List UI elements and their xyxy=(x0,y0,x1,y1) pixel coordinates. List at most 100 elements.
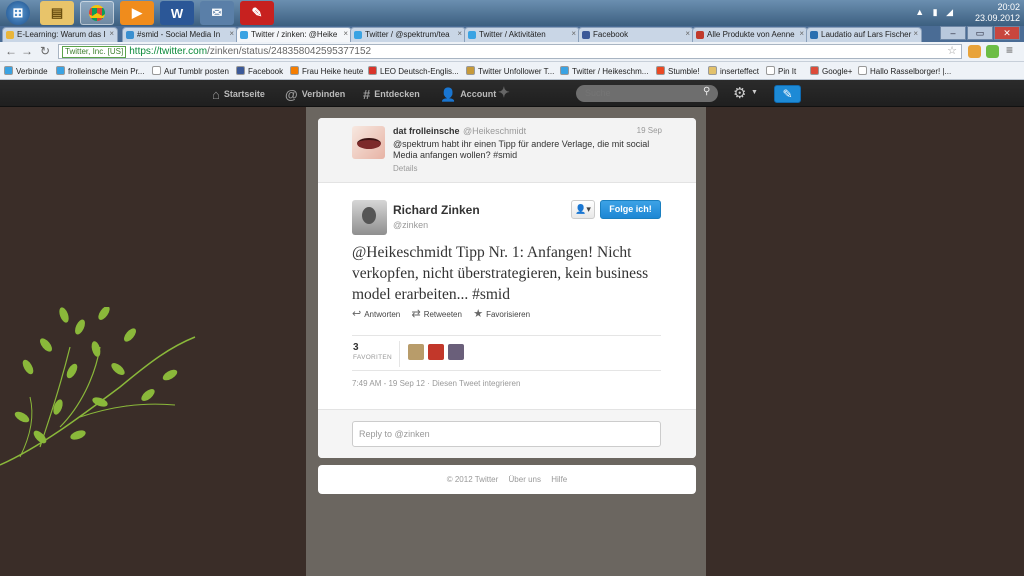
footer-about-link[interactable]: Über uns xyxy=(509,475,541,484)
bookmark-item[interactable]: Frau Heike heute xyxy=(290,66,363,76)
reply-action[interactable]: ↩ Antworten xyxy=(352,307,400,320)
bookmark-favicon-icon xyxy=(810,66,819,75)
file-explorer-icon[interactable]: ▤ xyxy=(40,1,74,25)
back-icon[interactable]: ← xyxy=(4,44,18,59)
embed-tweet-link[interactable]: Diesen Tweet integrieren xyxy=(432,379,520,388)
user-actions-dropdown[interactable]: 👤▾ xyxy=(571,200,595,219)
bookmark-item[interactable]: Stumble! xyxy=(656,66,700,76)
reload-icon[interactable]: ↻ xyxy=(38,44,52,59)
avatar[interactable] xyxy=(352,200,387,235)
bookmark-item[interactable]: Pin It xyxy=(766,66,796,76)
browser-tab[interactable]: Alle Produkte von Aenne × xyxy=(692,27,808,42)
close-tab-icon[interactable]: × xyxy=(913,29,918,38)
gear-icon[interactable]: ⚙ xyxy=(733,84,746,102)
browser-tab[interactable]: Twitter / Aktivitäten × xyxy=(464,27,580,42)
clock[interactable]: 20:02 23.09.2012 xyxy=(975,2,1020,24)
reply-input[interactable]: Reply to @zinken xyxy=(352,421,661,447)
close-tab-icon[interactable]: × xyxy=(571,29,576,38)
favoriter-avatar[interactable] xyxy=(448,344,464,360)
close-tab-icon[interactable]: × xyxy=(457,29,462,38)
following-button[interactable]: Folge ich! xyxy=(600,200,661,219)
address-bar[interactable]: Twitter, Inc. [US] https://twitter.com/zi… xyxy=(58,44,962,59)
parent-tweet-date[interactable]: 19 Sep xyxy=(637,126,662,135)
chrome-icon[interactable] xyxy=(80,1,114,25)
chevron-down-icon: ▾ xyxy=(586,204,591,214)
compose-tweet-button[interactable]: ✎ xyxy=(774,85,801,103)
bookmark-item[interactable]: Hallo Rasselborger! |... xyxy=(858,66,951,76)
browser-tab[interactable]: Laudatio auf Lars Fischer × xyxy=(806,27,922,42)
tab-label: Twitter / Aktivitäten xyxy=(479,30,546,39)
browser-tab[interactable]: Facebook × xyxy=(578,27,694,42)
retweet-action[interactable]: ⇄ Retweeten xyxy=(411,307,461,320)
close-tab-icon[interactable]: × xyxy=(109,29,114,38)
thunderbird-icon[interactable]: ✉ xyxy=(200,1,234,25)
nav-discover[interactable]: # Entdecken xyxy=(363,87,420,102)
bookmark-item[interactable]: Auf Tumblr posten xyxy=(152,66,229,76)
bookmark-item[interactable]: Twitter Unfollower T... xyxy=(466,66,554,76)
minimize-button[interactable]: ‒ xyxy=(940,26,966,40)
twitter-bird-icon: ✦ xyxy=(498,84,510,100)
bookmark-item[interactable]: Facebook xyxy=(236,66,283,76)
close-tab-icon[interactable]: × xyxy=(685,29,690,38)
close-tab-icon[interactable]: × xyxy=(343,29,348,38)
bookmark-item[interactable]: Verbinde xyxy=(4,66,48,76)
bookmark-favicon-icon xyxy=(466,66,475,75)
chevron-down-icon[interactable]: ▼ xyxy=(751,89,758,96)
windows-taskbar: ⊞ ▤ ▶ W ✉ ✎ ▲ ▮ ◢ 20:02 23.09.2012 xyxy=(0,0,1024,26)
details-link[interactable]: Details xyxy=(393,164,417,173)
ev-certificate-badge[interactable]: Twitter, Inc. [US] xyxy=(62,46,127,58)
bookmark-item[interactable]: LEO Deutsch-Englis... xyxy=(368,66,459,76)
favorite-action[interactable]: ★ Favorisieren xyxy=(473,307,530,320)
browser-tab[interactable]: Twitter / zinken: @Heike × xyxy=(236,27,352,42)
user-icon: 👤 xyxy=(575,204,587,214)
footer-help-link[interactable]: Hilfe xyxy=(551,475,567,484)
reply-icon: ↩ xyxy=(352,308,362,320)
bookmark-item[interactable]: inserteffect xyxy=(708,66,759,76)
bookmark-label: Facebook xyxy=(248,67,284,76)
bookmark-star-icon[interactable]: ☆ xyxy=(947,45,957,58)
system-tray[interactable]: ▲ ▮ ◢ xyxy=(915,7,956,18)
tab-favicon-icon xyxy=(6,31,14,39)
nav-home[interactable]: ⌂ Startseite xyxy=(212,87,265,102)
compose-icon: ✎ xyxy=(782,87,793,101)
browser-tab[interactable]: #smid - Social Media In × xyxy=(122,27,238,42)
close-tab-icon[interactable]: × xyxy=(229,29,234,38)
bookmark-label: Twitter Unfollower T... xyxy=(478,67,555,76)
parent-tweet-text: @spektrum habt ihr einen Tipp für andere… xyxy=(393,139,650,160)
search-input[interactable] xyxy=(576,85,718,102)
hash-icon: # xyxy=(363,87,371,102)
parent-author-name[interactable]: dat frolleinsche xyxy=(393,126,460,136)
browser-tab[interactable]: E-Learning: Warum das I × xyxy=(2,27,118,42)
bookmark-item[interactable]: frolleinsche Mein Pr... xyxy=(56,66,144,76)
word-icon[interactable]: W xyxy=(160,1,194,25)
close-tab-icon[interactable]: × xyxy=(799,29,804,38)
bookmark-favicon-icon xyxy=(152,66,161,75)
favoriter-avatar[interactable] xyxy=(408,344,424,360)
favoriter-avatar[interactable] xyxy=(428,344,444,360)
forward-icon[interactable]: → xyxy=(20,44,34,59)
media-player-icon[interactable]: ▶ xyxy=(120,1,154,25)
tweet-timestamp[interactable]: 7:49 AM - 19 Sep 12 xyxy=(352,379,425,388)
author-handle[interactable]: @zinken xyxy=(393,220,428,230)
favorites-count[interactable]: 3 xyxy=(353,342,359,353)
avatar[interactable] xyxy=(352,126,385,159)
search-icon[interactable]: ⚲ xyxy=(703,86,710,97)
bookmark-item[interactable]: Google+ xyxy=(810,66,852,76)
wrench-menu-icon[interactable]: ≡ xyxy=(1006,43,1019,57)
acrobat-icon[interactable]: ✎ xyxy=(240,1,274,25)
extension-cookie-icon[interactable] xyxy=(968,45,981,58)
close-window-button[interactable]: ✕ xyxy=(994,26,1020,40)
browser-toolbar: ← → ↻ Twitter, Inc. [US] https://twitter.… xyxy=(0,42,1024,62)
browser-tab[interactable]: Twitter / @spektrum/tea × xyxy=(350,27,466,42)
bookmark-item[interactable]: Twitter / Heikeschm... xyxy=(560,66,648,76)
extension-signal-icon[interactable] xyxy=(986,45,999,58)
nav-account[interactable]: 👤 Account xyxy=(440,87,496,103)
maximize-button[interactable]: ▭ xyxy=(967,26,993,40)
parent-author-handle[interactable]: @Heikeschmidt xyxy=(463,126,526,136)
browser-tab-strip: E-Learning: Warum das I × #smid - Social M… xyxy=(0,26,1024,42)
windows-start-icon[interactable]: ⊞ xyxy=(6,1,30,25)
author-name[interactable]: Richard Zinken xyxy=(393,203,480,217)
nav-connect[interactable]: @ Verbinden xyxy=(285,87,345,102)
scrollbar[interactable] xyxy=(1014,107,1024,576)
parent-tweet[interactable]: dat frolleinsche @Heikeschmidt 19 Sep @s… xyxy=(318,118,696,183)
